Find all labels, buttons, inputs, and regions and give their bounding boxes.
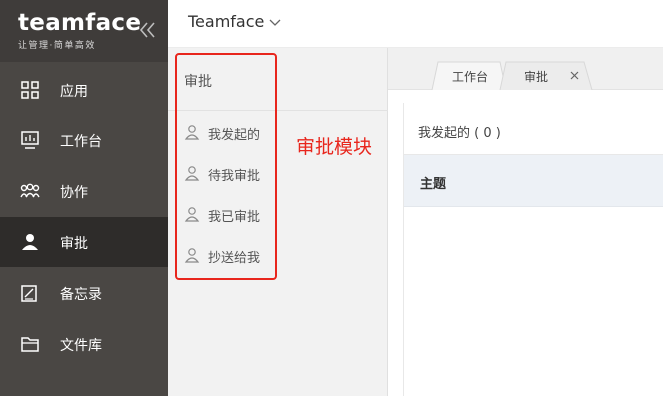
sidebar-item-approval[interactable]: 审批 bbox=[0, 217, 168, 267]
workspace-switcher[interactable]: Teamface bbox=[188, 12, 264, 31]
main-content: 我发起的 ( 0 ) 主题 bbox=[403, 103, 663, 396]
tab-workbench[interactable]: 工作台 bbox=[444, 62, 504, 90]
sidebar-item-label: 协作 bbox=[60, 185, 88, 201]
top-header: Teamface bbox=[168, 0, 663, 48]
team-collaboration-icon bbox=[20, 183, 40, 198]
annotation-label: 审批模块 bbox=[296, 136, 373, 158]
sidebar-item-label: 备忘录 bbox=[60, 287, 102, 303]
sidebar-item-apps[interactable]: 应用 bbox=[0, 65, 168, 115]
tab-label: 审批 bbox=[524, 70, 549, 84]
sidebar-item-files[interactable]: 文件库 bbox=[0, 319, 168, 369]
apps-grid-icon bbox=[21, 81, 39, 99]
sidebar-item-collaboration[interactable]: 协作 bbox=[0, 166, 168, 216]
tab-approval[interactable]: 审批 bbox=[512, 62, 586, 90]
memo-note-icon bbox=[21, 285, 37, 302]
sidebar-item-label: 文件库 bbox=[60, 338, 102, 354]
chevron-down-icon[interactable] bbox=[269, 18, 281, 28]
collapse-sidebar-icon[interactable] bbox=[138, 20, 158, 40]
sidebar-item-workbench[interactable]: 工作台 bbox=[0, 115, 168, 165]
sidebar-item-label: 工作台 bbox=[60, 134, 102, 150]
sidebar: teamface 让管理·简单高效 应用 工作台 协作 审批 备忘录 文件库 bbox=[0, 0, 168, 396]
user-approval-icon bbox=[22, 234, 38, 250]
column-header-subject: 主题 bbox=[420, 177, 447, 192]
close-icon[interactable] bbox=[570, 71, 579, 80]
highlight-box bbox=[175, 53, 277, 280]
dashboard-monitor-icon bbox=[21, 131, 39, 149]
content-header: 我发起的 ( 0 ) bbox=[404, 103, 663, 155]
tabs-bar: 工作台 审批 bbox=[388, 48, 663, 90]
brand-tagline: 让管理·简单高效 bbox=[18, 41, 96, 51]
sidebar-item-label: 审批 bbox=[60, 236, 88, 252]
logo-area: teamface 让管理·简单高效 bbox=[0, 0, 168, 62]
tab-label: 工作台 bbox=[452, 70, 489, 84]
app-window: teamface 让管理·简单高效 应用 工作台 协作 审批 备忘录 文件库 T… bbox=[0, 0, 663, 396]
brand-logo: teamface bbox=[18, 10, 142, 36]
table-header: 主题 bbox=[404, 155, 663, 207]
sidebar-item-label: 应用 bbox=[60, 84, 88, 100]
folder-icon bbox=[21, 337, 39, 352]
initiated-count-label: 我发起的 ( 0 ) bbox=[418, 126, 501, 141]
sidebar-item-memo[interactable]: 备忘录 bbox=[0, 268, 168, 318]
